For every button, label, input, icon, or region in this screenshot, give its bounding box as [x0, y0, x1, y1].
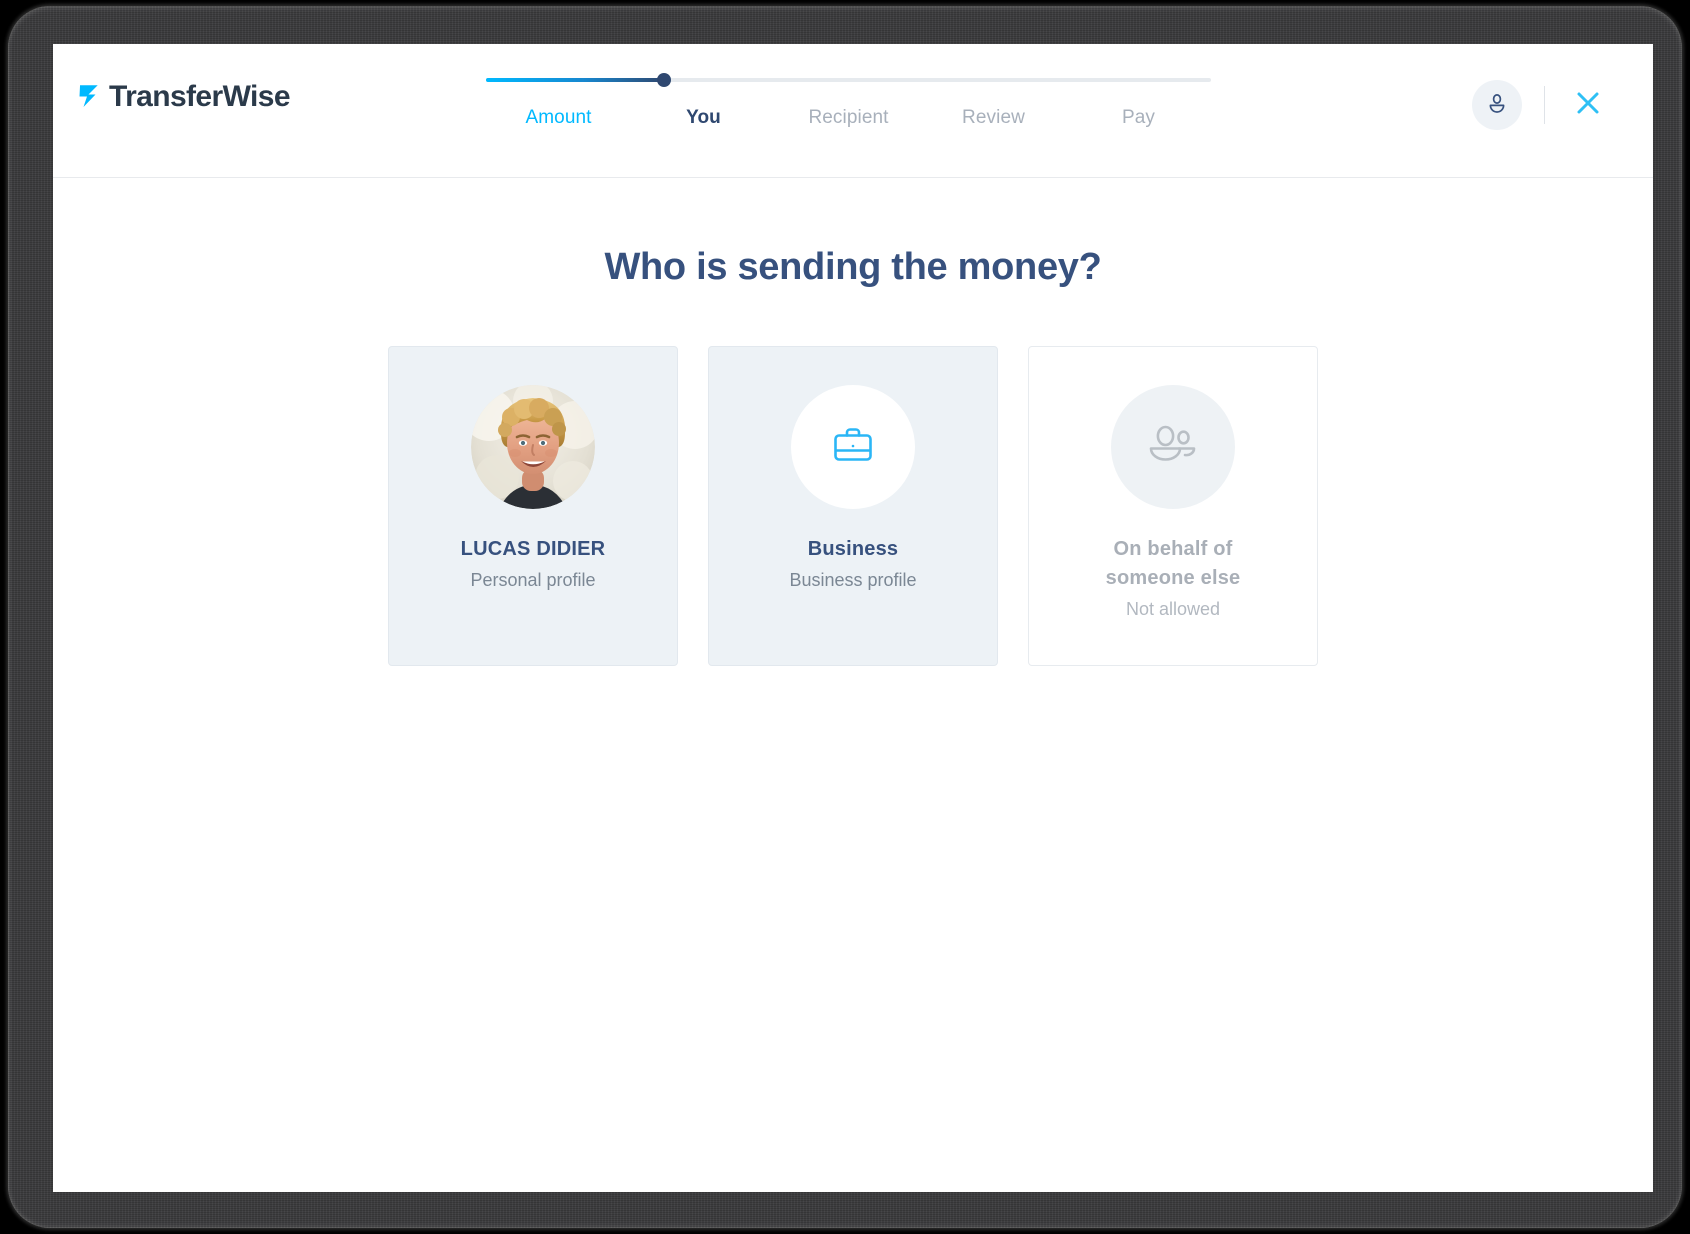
user-avatar-icon [1485, 91, 1509, 120]
app-screen: TransferWise Amount You Recipient Review… [53, 44, 1653, 1192]
profile-avatar [471, 385, 595, 509]
briefcase-icon [829, 421, 877, 474]
step-labels: Amount You Recipient Review Pay [486, 107, 1211, 130]
profile-card-title: LUCAS DIDIER [460, 538, 606, 560]
close-button[interactable] [1567, 84, 1609, 126]
progress-fill [486, 78, 664, 82]
on-behalf-icon-wrap [1111, 385, 1235, 509]
step-you[interactable]: You [631, 107, 776, 130]
profile-card-list: LUCAS DIDIER Personal profile Business B… [53, 346, 1653, 666]
step-pay[interactable]: Pay [1066, 107, 1211, 130]
account-button[interactable] [1472, 80, 1522, 130]
step-amount[interactable]: Amount [486, 107, 631, 130]
progress-thumb[interactable] [656, 73, 671, 87]
header-actions [1472, 80, 1609, 130]
app-header: TransferWise Amount You Recipient Review… [53, 44, 1653, 178]
device-bezel: TransferWise Amount You Recipient Review… [8, 6, 1682, 1228]
profile-card-business[interactable]: Business Business profile [708, 346, 998, 666]
close-icon [1573, 88, 1603, 123]
page-title: Who is sending the money? [604, 246, 1102, 288]
profile-card-subtitle: Not allowed [1125, 599, 1221, 619]
people-group-icon [1146, 422, 1200, 473]
main-content: Who is sending the money? LUCAS DIDIER P… [53, 246, 1653, 666]
profile-card-title: Business [807, 538, 899, 560]
brand-logo[interactable]: TransferWise [74, 80, 291, 113]
transferwise-arrow-icon [74, 83, 104, 111]
progress-track [486, 73, 1211, 87]
progress-stepper: Amount You Recipient Review Pay [486, 73, 1211, 130]
step-recipient[interactable]: Recipient [776, 107, 921, 130]
business-icon-wrap [791, 385, 915, 509]
profile-card-subtitle: Business profile [789, 570, 917, 590]
profile-card-subtitle: Personal profile [470, 570, 596, 590]
header-divider [1544, 86, 1545, 124]
profile-card-personal[interactable]: LUCAS DIDIER Personal profile [388, 346, 678, 666]
profile-card-on-behalf: On behalf of someone else Not allowed [1028, 346, 1318, 666]
brand-name: TransferWise [109, 80, 291, 113]
step-review[interactable]: Review [921, 107, 1066, 130]
profile-card-title: On behalf of someone else [1105, 538, 1241, 589]
